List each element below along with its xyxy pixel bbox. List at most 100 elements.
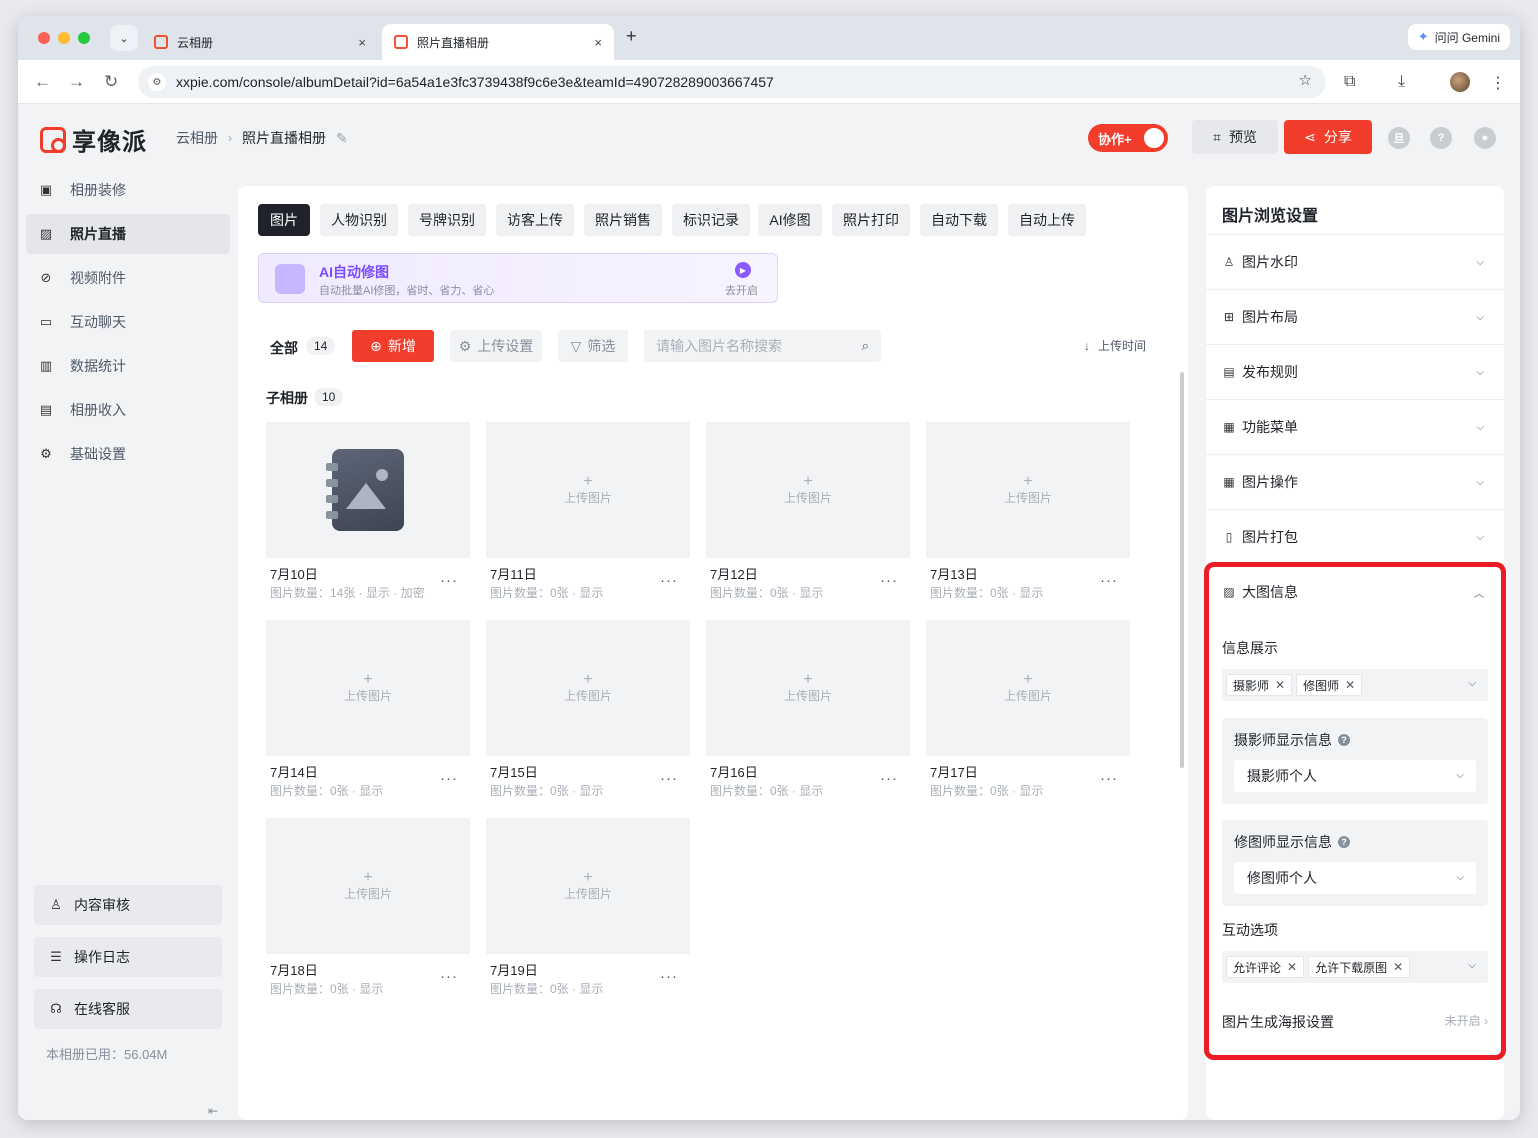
back-icon[interactable]: ← (34, 72, 51, 92)
logo[interactable]: 享像派 (40, 122, 147, 157)
main-panel: 图片 人物识别 号牌识别 访客上传 照片销售 标识记录 AI修图 照片打印 自动… (238, 186, 1188, 1120)
album-thumbnail[interactable]: + 上传图片 (486, 818, 690, 954)
search-icon[interactable]: ⌕ (862, 338, 869, 354)
more-options-icon[interactable]: ··· (440, 968, 458, 985)
collab-button[interactable]: 协作+ (1088, 124, 1168, 152)
album-thumbnail[interactable]: + 上传图片 (706, 422, 910, 558)
sidebar-item-settings[interactable]: ⚙ 基础设置 (26, 434, 230, 474)
album-card[interactable]: + 上传图片 7月14日 图片数量：0张 · 显示 ··· (266, 620, 470, 800)
album-thumbnail[interactable]: + 上传图片 (486, 422, 690, 558)
album-card[interactable]: + 上传图片 7月12日 图片数量：0张 · 显示 ··· (706, 422, 910, 602)
sidebar-item-video[interactable]: ⊘ 视频附件 (26, 258, 230, 298)
sidebar-item-photo-live[interactable]: ▨ 照片直播 (26, 214, 230, 254)
setting-photo-actions[interactable]: ▦ 图片操作 ⌵ (1206, 454, 1504, 509)
album-card[interactable]: + 上传图片 7月16日 图片数量：0张 · 显示 ··· (706, 620, 910, 800)
tab-photo-sales[interactable]: 照片销售 (584, 204, 662, 236)
preview-button[interactable]: ⌗ 预览 (1192, 120, 1278, 154)
sidebar-item-decor[interactable]: ▣ 相册装修 (26, 170, 230, 210)
url-bar[interactable]: ⚙ xxpie.com/console/albumDetail?id=6a54a… (138, 66, 1326, 98)
more-options-icon[interactable]: ··· (880, 572, 898, 589)
album-card[interactable]: + 上传图片 7月13日 图片数量：0张 · 显示 ··· (926, 422, 1130, 602)
album-thumbnail[interactable]: + 上传图片 (926, 620, 1130, 756)
tab-photo-print[interactable]: 照片打印 (832, 204, 910, 236)
tab-ai-retouch[interactable]: AI修图 (758, 204, 822, 236)
user-avatar[interactable]: 旦 (1388, 127, 1410, 149)
sidebar-item-chat[interactable]: ▭ 互动聊天 (26, 302, 230, 342)
collapse-sidebar-icon[interactable]: ⇤ (208, 1104, 218, 1118)
grid-icon: ▦ (1223, 475, 1235, 489)
notification-bell-icon[interactable]: ● (1474, 127, 1496, 149)
search-input[interactable] (644, 330, 844, 362)
setting-function-menu[interactable]: ▦ 功能菜单 ⌵ (1206, 399, 1504, 454)
close-window-button[interactable] (38, 32, 50, 44)
browser-tab-cloud-album[interactable]: 云相册 × (142, 24, 378, 60)
sidebar-item-income[interactable]: ▤ 相册收入 (26, 390, 230, 430)
more-options-icon[interactable]: ··· (1100, 572, 1118, 589)
operation-log-button[interactable]: ☰ 操作日志 (34, 937, 222, 977)
filter-button[interactable]: ▽ 筛选 (558, 330, 628, 362)
add-button[interactable]: ⊕ 新增 (352, 330, 434, 362)
album-thumbnail[interactable]: + 上传图片 (926, 422, 1130, 558)
site-info-icon[interactable]: ⚙ (148, 73, 166, 91)
tab-close-icon[interactable]: × (358, 35, 366, 50)
new-tab-button[interactable]: + (626, 26, 637, 47)
forward-icon[interactable]: → (68, 72, 85, 92)
help-icon[interactable]: ? (1430, 127, 1452, 149)
more-options-icon[interactable]: ··· (660, 572, 678, 589)
share-label: 分享 (1323, 129, 1352, 145)
tab-mark-records[interactable]: 标识记录 (672, 204, 750, 236)
ai-enable-link[interactable]: 去开启 (725, 282, 758, 298)
sidebar-item-stats[interactable]: ▥ 数据统计 (26, 346, 230, 386)
album-card[interactable]: + 上传图片 7月19日 图片数量：0张 · 显示 ··· (486, 818, 690, 998)
album-thumbnail[interactable]: + 上传图片 (486, 620, 690, 756)
tab-search-button[interactable]: ⌄ (110, 25, 138, 51)
album-card[interactable]: 7月10日 图片数量：14张 · 显示 · 加密 ··· (266, 422, 470, 602)
more-options-icon[interactable]: ··· (880, 770, 898, 787)
bookmark-star-icon[interactable]: ☆ (1299, 71, 1312, 89)
profile-avatar[interactable] (1450, 72, 1470, 92)
minimize-window-button[interactable] (58, 32, 70, 44)
extensions-icon[interactable]: ⧉ (1344, 73, 1355, 91)
tab-auto-upload[interactable]: 自动上传 (1008, 204, 1086, 236)
album-thumbnail[interactable] (266, 422, 470, 558)
tab-bib-recognition[interactable]: 号牌识别 (408, 204, 486, 236)
menu-icon[interactable]: ⋮ (1490, 73, 1506, 93)
scrollbar[interactable] (1180, 372, 1184, 768)
sort-upload-time[interactable]: ↓ 上传时间 (1084, 337, 1146, 354)
download-icon[interactable]: ⤓ (1398, 73, 1405, 91)
tab-auto-download[interactable]: 自动下载 (920, 204, 998, 236)
browser-tab-live-album[interactable]: 照片直播相册 × (382, 24, 614, 60)
edit-icon[interactable]: ✎ (336, 130, 348, 147)
setting-watermark[interactable]: ♙ 图片水印 ⌵ (1206, 234, 1504, 289)
more-options-icon[interactable]: ··· (660, 968, 678, 985)
online-support-button[interactable]: ☊ 在线客服 (34, 989, 222, 1029)
ai-retouch-banner[interactable]: AI自动修图 自动批量AI修图，省时、省力、省心 ▶ 去开启 (258, 253, 778, 303)
more-options-icon[interactable]: ··· (1100, 770, 1118, 787)
all-label[interactable]: 全部 (270, 338, 298, 358)
breadcrumb-root[interactable]: 云相册 (176, 128, 218, 148)
album-card[interactable]: + 上传图片 7月11日 图片数量：0张 · 显示 ··· (486, 422, 690, 602)
tab-visitor-upload[interactable]: 访客上传 (496, 204, 574, 236)
tab-photos[interactable]: 图片 (258, 204, 310, 236)
share-button[interactable]: ⋖ 分享 (1284, 120, 1372, 154)
album-thumbnail[interactable]: + 上传图片 (266, 620, 470, 756)
setting-publish-rules[interactable]: ▤ 发布规则 ⌵ (1206, 344, 1504, 399)
gemini-button[interactable]: ✦ 问问 Gemini (1407, 24, 1510, 50)
more-options-icon[interactable]: ··· (440, 770, 458, 787)
more-options-icon[interactable]: ··· (660, 770, 678, 787)
album-card[interactable]: + 上传图片 7月17日 图片数量：0张 · 显示 ··· (926, 620, 1130, 800)
tab-face-recognition[interactable]: 人物识别 (320, 204, 398, 236)
reload-icon[interactable]: ↻ (104, 72, 118, 92)
tab-close-icon[interactable]: × (594, 35, 602, 50)
upload-settings-button[interactable]: ⚙ 上传设置 (450, 330, 542, 362)
album-thumbnail[interactable]: + 上传图片 (266, 818, 470, 954)
setting-photo-package[interactable]: ▯ 图片打包 ⌵ (1206, 509, 1504, 564)
album-card[interactable]: + 上传图片 7月15日 图片数量：0张 · 显示 ··· (486, 620, 690, 800)
setting-layout[interactable]: ⊞ 图片布局 ⌵ (1206, 289, 1504, 344)
more-options-icon[interactable]: ··· (440, 572, 458, 589)
album-date: 7月12日 (710, 567, 758, 582)
album-card[interactable]: + 上传图片 7月18日 图片数量：0张 · 显示 ··· (266, 818, 470, 998)
content-review-button[interactable]: ♙ 内容审核 (34, 885, 222, 925)
zoom-window-button[interactable] (78, 32, 90, 44)
album-thumbnail[interactable]: + 上传图片 (706, 620, 910, 756)
